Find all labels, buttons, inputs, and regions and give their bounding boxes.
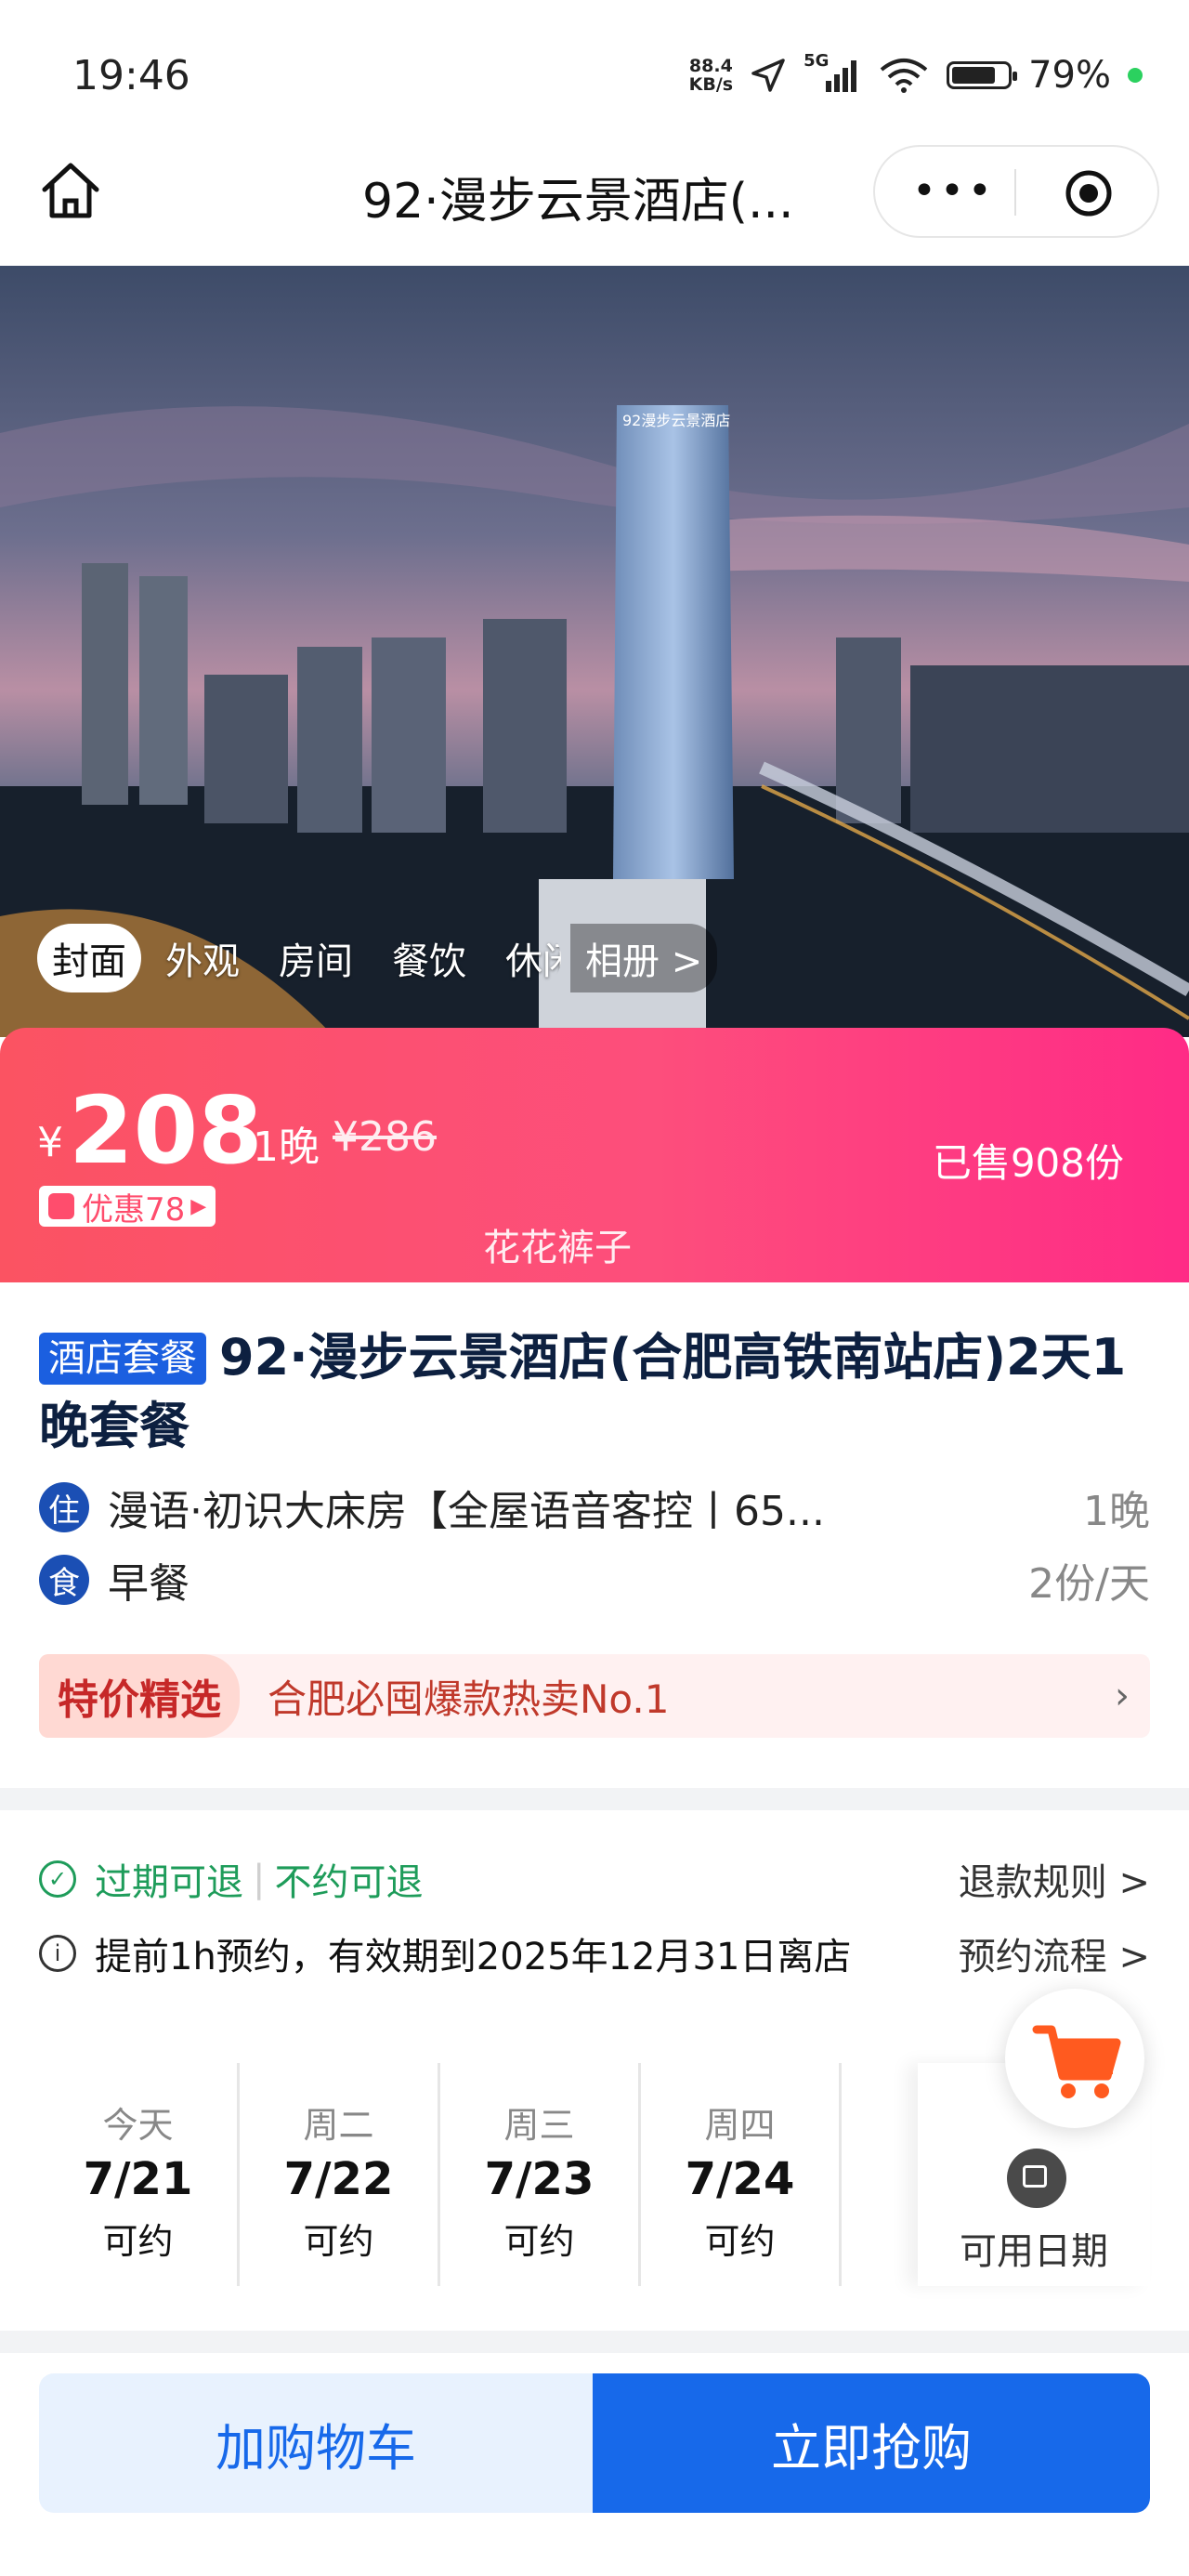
album-tab-room[interactable]: 房间 <box>264 924 368 992</box>
svg-text:92漫步云景酒店: 92漫步云景酒店 <box>622 412 730 429</box>
product-info: 酒店套餐 92·漫步云景酒店(合肥高铁南站店)2天1晚套餐 住 漫语·初识大床房【… <box>0 1282 1189 1788</box>
price-band: ¥ 208 1晚 ¥286 优惠78 ▶ 已售908份 花花裤子 <box>0 1028 1189 1282</box>
refund-unbooked: 不约可退 <box>274 1861 424 1904</box>
check-circle-icon: ✓ <box>39 1860 76 1898</box>
price-currency: ¥ <box>37 1119 63 1166</box>
original-price: ¥286 <box>333 1113 437 1161</box>
stay-text: 漫语·初识大床房【全屋语音客控丨65... <box>108 1488 825 1535</box>
buy-now-button[interactable]: 立即抢购 <box>593 2373 1150 2513</box>
bottom-action-bar: 加购物车 立即抢购 <box>0 2353 1189 2576</box>
privacy-dot-icon <box>1128 68 1143 83</box>
nav-bar: 92·漫步云景酒店(... ••• <box>0 139 1189 266</box>
watermark: 花花裤子 <box>483 1227 632 1269</box>
category-tag: 酒店套餐 <box>39 1333 206 1385</box>
package-row-stay: 住 漫语·初识大床房【全屋语音客控丨65... 1晚 <box>39 1479 1150 1535</box>
refund-rules-link[interactable]: 退款规则 > <box>959 1852 1150 1906</box>
chevron-right-icon: › <box>1115 1675 1130 1717</box>
pipe-divider: | <box>253 1858 266 1900</box>
booking-row: i 提前1h预约，有效期到2025年12月31日离店 预约流程 > <box>39 1925 1150 1981</box>
promo-text: 合肥必囤爆款热卖No.1 <box>268 1676 670 1722</box>
shopping-cart-icon <box>1032 2025 1121 2098</box>
food-icon: 食 <box>39 1555 89 1605</box>
package-row-food: 食 早餐 2份/天 <box>39 1552 1150 1608</box>
sold-count: 已售908份 <box>932 1140 1124 1186</box>
booking-process-link[interactable]: 预约流程 > <box>959 1926 1150 1980</box>
stay-quantity: 1晚 <box>1083 1488 1150 1535</box>
booking-text: 提前1h预约，有效期到2025年12月31日离店 <box>95 1936 852 1978</box>
album-tab-leisure[interactable]: 休闲 <box>490 924 561 992</box>
refund-row: ✓ 过期可退 | 不约可退 退款规则 > <box>39 1851 1150 1907</box>
refund-expired: 过期可退 <box>95 1861 243 1904</box>
price-unit: 1晚 <box>253 1124 320 1171</box>
capsule-divider <box>1014 169 1016 216</box>
status-time: 19:46 <box>72 52 190 99</box>
promo-bar[interactable]: 特价精选 合肥必囤爆款热卖No.1 › <box>39 1654 1150 1738</box>
net-speed: 88.4 KB/s <box>688 56 734 95</box>
wifi-icon <box>880 59 928 93</box>
album-link[interactable]: 相册 > <box>570 924 718 992</box>
calendar-icon <box>1007 2149 1066 2208</box>
page-title: 92·漫步云景酒店(... <box>362 174 794 230</box>
date-cell[interactable]: 今天 7/21 可约 <box>39 2063 240 2286</box>
status-bar: 19:46 88.4 KB/s 5G 79% <box>0 0 1189 139</box>
food-quantity: 2份/天 <box>1028 1560 1150 1608</box>
add-to-cart-button[interactable]: 加购物车 <box>39 2373 593 2513</box>
close-target-icon[interactable] <box>1065 169 1113 217</box>
promo-label: 特价精选 <box>39 1654 240 1738</box>
signal-icon: 5G <box>804 51 861 94</box>
hero-image[interactable]: 92漫步云景酒店 封面 外观 房间 餐饮 休闲 相册 > <box>0 266 1189 1037</box>
mini-program-capsule: ••• <box>873 145 1159 238</box>
section-divider <box>0 2331 1189 2353</box>
stay-icon: 住 <box>39 1482 89 1532</box>
section-divider <box>0 1788 1189 1810</box>
info-icon: i <box>39 1935 76 1972</box>
date-cell[interactable]: 周四 7/24 可约 <box>641 2063 842 2286</box>
price-amount: 208 <box>69 1076 263 1185</box>
album-tab-exterior[interactable]: 外观 <box>150 924 255 992</box>
coupon-label: 优惠78 <box>82 1190 186 1229</box>
hotel-photo: 92漫步云景酒店 <box>0 266 1189 1037</box>
more-icon[interactable]: ••• <box>912 171 996 212</box>
date-cell[interactable]: 周二 7/22 可约 <box>240 2063 440 2286</box>
date-cell[interactable]: 周三 7/23 可约 <box>440 2063 641 2286</box>
home-icon[interactable] <box>37 158 104 225</box>
product-title: 酒店套餐 92·漫步云景酒店(合肥高铁南站店)2天1晚套餐 <box>39 1323 1154 1461</box>
date-selector: 今天 7/21 可约 周二 7/22 可约 周三 7/23 可约 周四 7/24… <box>39 2063 1150 2286</box>
floating-cart-button[interactable] <box>1005 1989 1144 2128</box>
album-tab-dining[interactable]: 餐饮 <box>377 924 481 992</box>
location-arrow-icon <box>751 59 785 92</box>
money-bag-icon <box>48 1193 74 1219</box>
caret-right-icon: ▶ <box>190 1194 207 1218</box>
coupon-badge[interactable]: 优惠78 ▶ <box>39 1186 216 1229</box>
album-tab-cover[interactable]: 封面 <box>37 924 141 992</box>
battery-percent: 79% <box>1028 54 1111 97</box>
battery-icon <box>947 61 1018 89</box>
available-dates-label: 可用日期 <box>960 2230 1108 2273</box>
food-text: 早餐 <box>108 1560 189 1608</box>
album-tabs: 封面 外观 房间 餐饮 休闲 相册 > <box>37 924 718 992</box>
status-icons: 88.4 KB/s 5G 79% <box>688 51 1143 97</box>
